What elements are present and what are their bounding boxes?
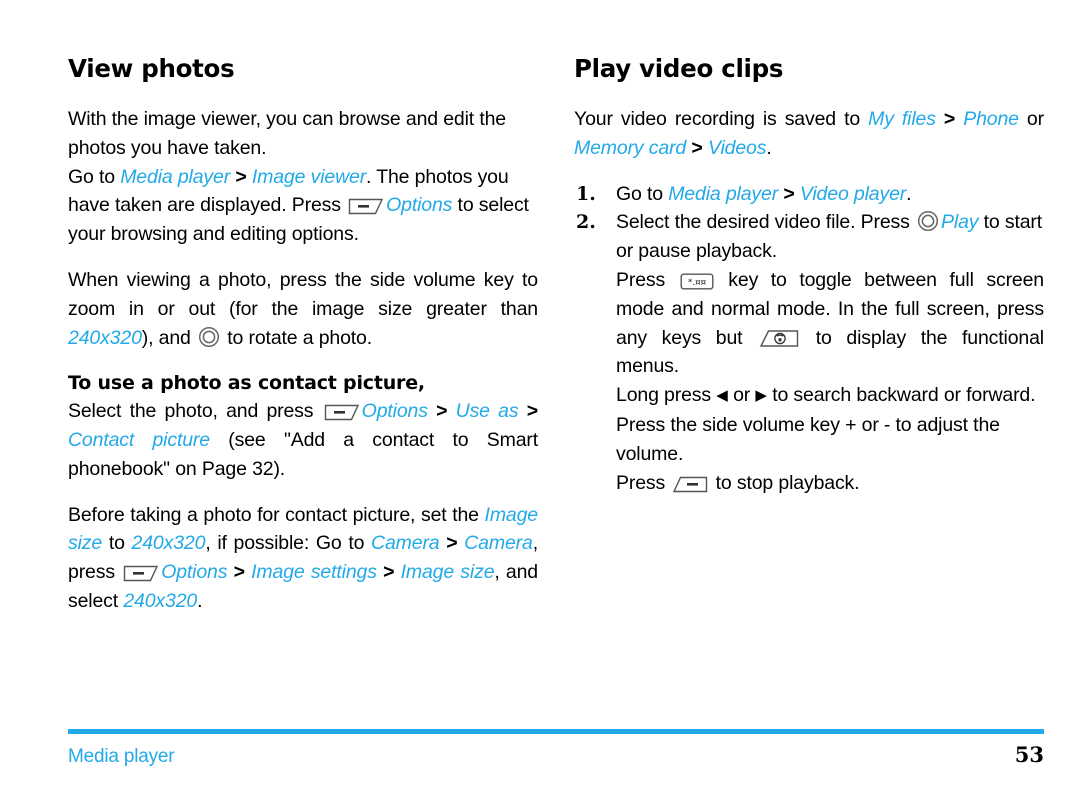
link-phone[interactable]: Phone [963,108,1019,130]
paragraph-stop-playback: Press to stop playback. [616,469,1044,498]
text: ), and [141,326,197,349]
link-videos[interactable]: Videos [708,137,767,159]
link-media-player[interactable]: Media player [668,183,778,205]
link-image-settings[interactable]: Image settings [251,561,377,583]
end-call-key-icon [759,329,799,348]
separator: > [233,561,245,584]
link-camera[interactable]: Camera [464,532,533,554]
two-column-body: View photos With the image viewer, you c… [68,54,1044,676]
link-my-files[interactable]: My files [868,108,936,130]
right-column: Play video clips Your video recording is… [574,54,1044,676]
text: , if possible: Go to [205,532,372,555]
text: Select the desired video file. Press [616,211,916,234]
link-media-player[interactable]: Media player [120,166,230,188]
footer-divider [68,729,1044,734]
link-contact-picture[interactable]: Contact picture [68,429,210,451]
link-options[interactable]: Options [386,194,452,216]
paragraph-use-as-contact-picture: Select the photo, and press Options > Us… [68,397,538,483]
text: Go to [616,182,669,205]
left-softkey-icon [348,198,384,215]
link-use-as[interactable]: Use as [456,400,519,422]
text: to stop playback. [710,471,860,494]
subheading-contact-picture: To use a photo as contact picture, [68,372,425,395]
text: . [197,589,203,612]
list-marker: 1. [576,182,596,205]
link-play[interactable]: Play [941,211,978,233]
text: When viewing a photo, press the side vol… [68,268,538,320]
footer-row: Media player 53 [68,742,1044,768]
manual-page: View photos With the image viewer, you c… [0,0,1080,810]
paragraph-image-size-setup: Before taking a photo for contact pictur… [68,501,538,616]
link-memory-card[interactable]: Memory card [574,137,686,159]
text: . [906,182,912,205]
page-footer: Media player 53 [68,729,1044,768]
text: to search backward or forward. [766,384,1036,407]
link-240x320[interactable]: 240x320 [68,327,142,349]
right-triangle-icon: ▶ [755,387,767,405]
text: Before taking a photo for contact pictur… [68,503,485,526]
separator: > [783,182,795,205]
separator: > [383,561,395,584]
separator: > [691,136,703,159]
paragraph-volume-adjust: Press the side volume key + or - to adju… [616,411,1044,469]
text: Your video recording is saved to [574,107,869,130]
link-options[interactable]: Options [161,561,227,583]
svg-text:*.¤¤: *.¤¤ [688,278,707,288]
separator: > [235,165,247,188]
right-softkey-icon [672,476,708,493]
text: Go to [68,165,121,188]
separator: > [446,532,458,555]
paragraph-image-viewer-intro: With the image viewer, you can browse an… [68,105,538,163]
page-title-view-photos: View photos [68,54,235,83]
text: Press the side volume key + or - to adju… [616,413,1000,465]
text: Select the photo, and press [68,400,322,423]
ok-navigation-key-icon [917,210,939,232]
left-triangle-icon: ◀ [716,387,728,405]
text: to rotate a photo. [222,326,373,349]
link-camera[interactable]: Camera [371,532,440,554]
separator: > [526,400,538,423]
link-240x320[interactable]: 240x320 [123,590,197,612]
list-marker: 2. [576,211,596,234]
footer-page-number: 53 [1014,742,1044,767]
text: to [102,532,132,555]
step-text: Go to Media player > Video player. [616,180,1044,209]
link-video-player[interactable]: Video player [800,183,906,205]
text: Press [616,268,678,291]
separator: > [943,107,956,130]
list-item: 1. Go to Media player > Video player. [574,180,1044,209]
text: With the image viewer, you can browse an… [68,107,506,159]
page-title-play-video-clips: Play video clips [574,54,784,83]
text: Long press [616,384,717,407]
link-image-viewer[interactable]: Image viewer [252,166,366,188]
step-text: Select the desired video file. Press Pla… [616,208,1044,266]
left-column: View photos With the image viewer, you c… [68,54,538,676]
link-options[interactable]: Options [362,400,428,422]
paragraph-fullscreen-toggle: Press *.¤¤ key to toggle between full sc… [616,266,1044,381]
paragraph-search-backward-forward: Long press ◀ or ▶ to search backward or … [616,381,1044,411]
paragraph-video-storage-location: Your video recording is saved to My file… [574,105,1044,163]
text: or [727,384,756,407]
link-image-size[interactable]: Image size [401,561,495,583]
ok-navigation-key-icon [198,326,220,348]
paragraph-go-to-image-viewer: Go to Media player > Image viewer. The p… [68,163,538,249]
text: or [1018,107,1044,130]
separator: > [436,400,448,423]
left-softkey-icon [324,404,360,421]
left-softkey-icon [123,565,159,582]
list-item: 2. Select the desired video file. Press … [574,208,1044,266]
paragraph-zoom-rotate: When viewing a photo, press the side vol… [68,266,538,352]
text: . [766,136,772,159]
text: Press [616,471,671,494]
video-playback-steps: 1. Go to Media player > Video player. 2.… [574,180,1044,266]
footer-chapter-name: Media player [68,746,175,767]
star-key-icon: *.¤¤ [680,273,714,290]
link-240x320[interactable]: 240x320 [132,532,206,554]
